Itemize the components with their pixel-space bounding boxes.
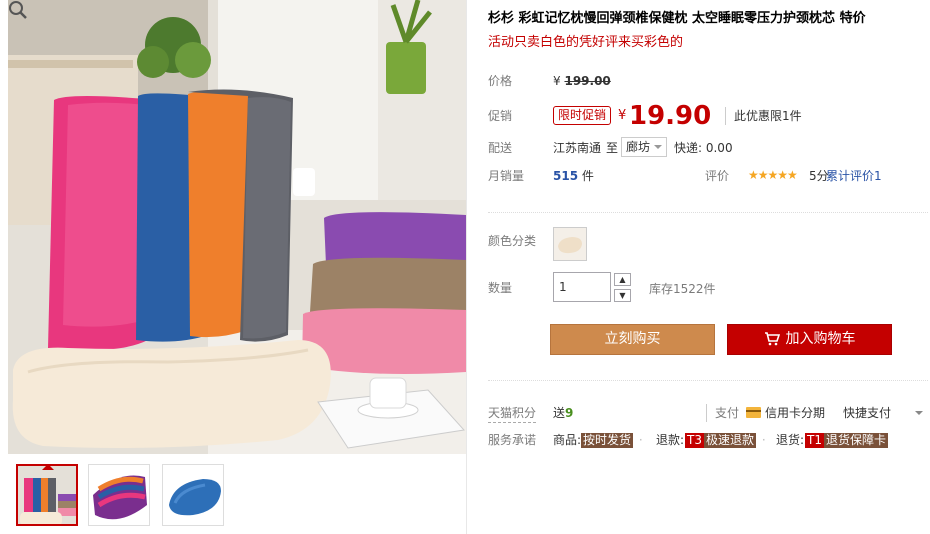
shipping-label: 配送 [488,141,513,155]
quick-pay-option[interactable]: 快捷支付 [843,404,891,422]
quantity-input[interactable]: 1 [553,272,611,302]
service-refund-t-badge: T3 [685,433,705,448]
original-price-currency: ¥ [553,74,561,88]
add-to-cart-label: 加入购物车 [785,331,856,347]
service-refund-tag[interactable]: 极速退款 [704,433,757,448]
product-subtitle: 活动只卖白色的凭好评来买彩色的 [488,35,684,50]
zoom-magnifier-icon[interactable] [8,0,28,20]
quantity-increase-icon[interactable]: ▲ [614,273,631,286]
monthly-sales-count: 515 [553,169,579,183]
pillow-photo-illustration [8,0,466,454]
destination-city-value: 廊坊 [626,140,651,154]
price-label: 价格 [488,74,513,88]
service-refund: 退款: T3 极速退款 · [656,431,768,449]
swatch-image [554,228,586,260]
service-return-tag[interactable]: 退货保障卡 [824,433,889,448]
promo-label: 促销 [488,109,513,123]
thumbnail-2[interactable] [88,464,150,526]
tmall-points-value: 9 [565,406,574,420]
review-count-link[interactable]: 累计评价1 [826,167,882,185]
thumbnail-1[interactable] [16,464,78,526]
service-refund-prefix: 退款: [656,433,685,447]
stock-count: 库存1522件 [649,282,716,296]
buy-now-button[interactable]: 立刻购买 [550,324,715,355]
service-return-prefix: 退货: [776,433,805,447]
quantity-label: 数量 [488,281,513,295]
service-separator: · [761,433,766,447]
tmall-points: 送9 [553,404,573,422]
destination-city-select[interactable]: 廊坊 [621,137,668,157]
service-return-t-badge: T1 [805,433,825,448]
cart-icon [764,332,780,346]
tmall-points-prefix: 送 [553,406,566,420]
sale-price-currency: ¥ [618,108,627,123]
service-goods-tag[interactable]: 按时发货 [581,433,634,448]
thumbnail-3-image [163,465,223,525]
chevron-down-icon [654,145,663,153]
thumbnail-2-image [89,465,149,525]
divider [488,380,928,381]
color-label: 颜色分类 [488,234,537,248]
monthly-sales: 515 件 [553,167,594,185]
tmall-points-label[interactable]: 天猫积分 [488,404,537,423]
ship-from: 江苏南通 [553,141,602,155]
service-promise-label: 服务承诺 [488,433,537,447]
thumbnail-strip [16,464,236,526]
main-product-image[interactable] [8,0,466,454]
promo-badge: 限时促销 [553,106,612,125]
service-separator: · [638,433,643,447]
payment-label: 支付 [706,404,739,422]
monthly-sales-unit: 件 [581,169,594,183]
quantity-decrease-icon[interactable]: ▼ [614,289,631,302]
rating-stars-icon: ★★★★★ [748,168,798,182]
credit-card-icon [746,407,761,418]
service-goods: 商品: 按时发货 · [553,431,645,449]
shipping-fee: 快递: 0.00 [674,141,733,155]
original-price: ¥ 199.00 [553,72,611,90]
thumbnail-1-image [18,466,76,524]
product-title: 杉杉 彩虹记忆枕慢回弹颈椎保健枕 太空睡眠零压力护颈枕芯 特价 [488,11,866,26]
product-gallery [8,0,466,534]
service-return: 退货: T1 退货保障卡 [776,431,889,449]
credit-installment-option[interactable]: 信用卡分期 [765,404,825,422]
ship-to-label: 至 [606,141,619,155]
add-to-cart-button[interactable]: 加入购物车 [727,324,892,355]
service-goods-prefix: 商品: [553,433,582,447]
monthly-sales-label: 月销量 [488,169,525,183]
sale-price: 19.90 [629,101,712,131]
promo-limit-note: 此优惠限1件 [725,107,802,125]
divider [488,212,928,213]
thumbnail-3[interactable] [162,464,224,526]
original-price-value: 199.00 [564,74,611,88]
payment-expand-chevron-icon[interactable] [915,411,923,419]
color-option-swatch[interactable] [553,227,587,261]
rating-label: 评价 [705,169,730,183]
product-info-panel: 杉杉 彩虹记忆枕慢回弹颈椎保健枕 太空睡眠零压力护颈枕芯 特价 活动只卖白色的凭… [466,0,930,534]
